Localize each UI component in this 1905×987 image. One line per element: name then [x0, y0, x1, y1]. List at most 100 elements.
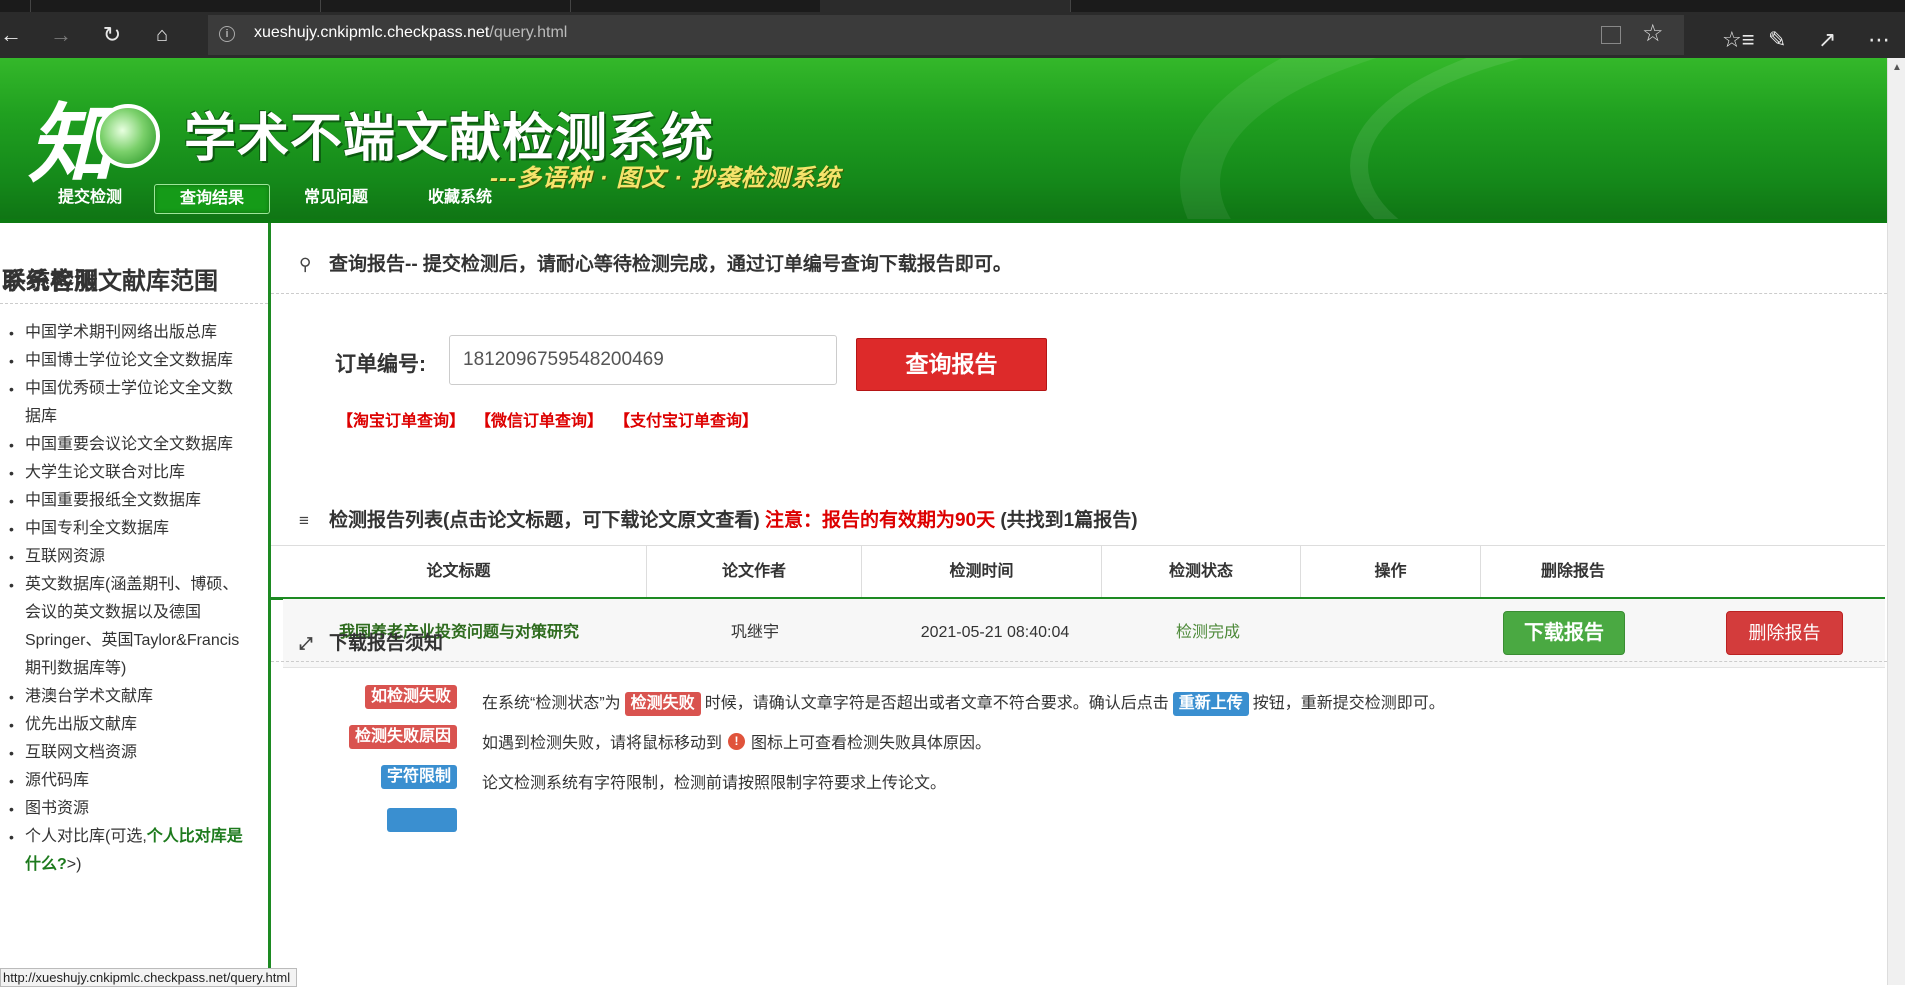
list-item: 中国重要会议论文全文数据库: [0, 431, 262, 459]
notice-row-partial: [271, 805, 1887, 835]
list-item-text: 期刊数据库等): [25, 660, 127, 677]
browser-tab-active[interactable]: [820, 0, 1071, 12]
notice-text-part: 时候，请确认文章字符是否超出或者文章不符合要求。确认后点击: [704, 695, 1169, 712]
browser-tab-strip: [0, 0, 1905, 12]
reupload-badge: 重新上传: [1172, 692, 1249, 716]
url-path: /query.html: [489, 24, 568, 41]
list-item: 中国专利全文数据库: [0, 515, 262, 543]
notice-text-part: 在系统“检测状态”为: [482, 695, 621, 712]
personal-library-suffix: >): [66, 856, 82, 873]
delete-report-button[interactable]: 删除报告: [1726, 611, 1843, 655]
list-item-text: 中国优秀硕士学位论文全文数: [25, 380, 234, 397]
forward-arrow-icon[interactable]: →: [46, 20, 76, 50]
order-number-input[interactable]: [449, 335, 837, 385]
list-item: 中国博士学位论文全文数据库: [0, 347, 262, 375]
notice-label-char-limit: 字符限制: [380, 765, 457, 789]
notice-heading: ⤢ 下载报告须知: [299, 628, 443, 655]
header-decoration: [1350, 58, 1887, 220]
sidebar: 系统检测文献库范围 中国学术期刊网络出版总库 中国博士学位论文全文数据库 中国优…: [0, 223, 271, 985]
notice-text-part: 按钮，重新提交检测即可。: [1252, 695, 1445, 712]
list-item: 互联网资源: [0, 543, 262, 571]
notice-text: 论文检测系统有字符限制，检测前请按照限制字符要求上传论文。: [482, 775, 947, 792]
notice-text-part: 图标上可查看检测失败具体原因。: [751, 735, 992, 752]
browser-tab[interactable]: [0, 0, 31, 12]
list-item-text: 据库: [25, 408, 58, 425]
divider: [0, 303, 268, 304]
nav-bookmark[interactable]: 收藏系统: [420, 184, 500, 212]
divider: [271, 293, 1887, 294]
list-item: 中国优秀硕士学位论文全文数据库: [0, 375, 262, 431]
download-report-button[interactable]: 下载报告: [1503, 611, 1625, 655]
column-header-status: 检测状态: [1102, 546, 1301, 597]
notice-row: 字符限制 论文检测系统有字符限制，检测前请按照限制字符要求上传论文。: [271, 762, 1887, 792]
reading-view-icon[interactable]: [1601, 26, 1621, 44]
globe-icon: [96, 104, 160, 168]
site-info-icon[interactable]: i: [219, 26, 235, 42]
nav-submit[interactable]: 提交检测: [50, 184, 130, 212]
expand-icon: ⤢: [299, 634, 313, 653]
personal-library-text: 个人对比库(可选,: [25, 828, 147, 845]
pen-notes-icon[interactable]: ✎: [1768, 27, 1786, 53]
report-count: (共找到1篇报告): [1000, 510, 1138, 531]
wechat-order-link[interactable]: 【微信订单查询】: [475, 407, 603, 431]
table-row: 我国养老产业投资问题与对策研究 巩继宇 2021-05-21 08:40:04 …: [283, 599, 1885, 668]
notice-label-partial: [387, 808, 457, 832]
personal-library-link-2[interactable]: 什么?: [25, 856, 67, 873]
personal-library-link[interactable]: 个人比对库是: [147, 828, 243, 845]
list-item: 优先出版文献库: [0, 711, 262, 739]
list-item: 中国学术期刊网络出版总库: [0, 319, 262, 347]
list-icon: ≡: [299, 511, 309, 530]
list-item-text: 会议的英文数据以及德国: [25, 604, 202, 621]
contact-heading: 联系客服: [2, 268, 98, 295]
favorite-star-icon[interactable]: ☆: [1642, 19, 1664, 48]
failed-status-badge: 检测失败: [624, 692, 701, 716]
address-bar[interactable]: i xueshujy.cnkipmlc.checkpass.net/query.…: [208, 15, 1684, 55]
home-icon[interactable]: ⌂: [147, 20, 177, 50]
notice-label-failed: 如检测失败: [364, 685, 457, 709]
browser-tab[interactable]: [30, 0, 321, 12]
list-item: 源代码库: [0, 767, 262, 795]
more-menu-icon[interactable]: ⋯: [1868, 27, 1890, 53]
divider: [271, 661, 1887, 662]
site-subtitle: ---多语种 · 图文 · 抄袭检测系统: [490, 165, 841, 192]
site-header: 知 学术不端文献检测系统 ---多语种 · 图文 · 抄袭检测系统 提交检测 查…: [0, 58, 1887, 220]
column-header-delete: 删除报告: [1540, 563, 1605, 580]
query-section-heading: ⚲ 查询报告-- 提交检测后，请耐心等待检测完成，通过订单编号查询下载报告即可。: [299, 249, 1012, 276]
nav-faq[interactable]: 常见问题: [296, 184, 376, 212]
taobao-order-link[interactable]: 【淘宝订单查询】: [337, 407, 465, 431]
notice-row: 检测失败原因 如遇到检测失败，请将鼠标移动到! 图标上可查看检测失败具体原因。: [271, 722, 1887, 752]
list-item: 互联网文档资源: [0, 739, 262, 767]
list-item: 中国重要报纸全文数据库: [0, 487, 262, 515]
notice-text-part: 如遇到检测失败，请将鼠标移动到: [482, 735, 723, 752]
list-item-personal-library: 个人对比库(可选,个人比对库是什么?>): [0, 823, 262, 879]
paper-author: 巩继宇: [730, 624, 779, 641]
site-logo[interactable]: 知: [28, 80, 160, 195]
alipay-order-link[interactable]: 【支付宝订单查询】: [614, 407, 758, 431]
table-header: 论文标题 论文作者 检测时间 检测状态 操作 删除报告: [271, 545, 1885, 600]
query-heading-text: 查询报告-- 提交检测后，请耐心等待检测完成，通过订单编号查询下载报告即可。: [329, 254, 1012, 275]
url-text[interactable]: xueshujy.cnkipmlc.checkpass.net/query.ht…: [254, 24, 567, 42]
search-icon: ⚲: [299, 255, 312, 274]
order-number-label: 订单编号:: [335, 353, 426, 376]
favorites-list-icon[interactable]: ☆≡: [1722, 27, 1755, 53]
back-arrow-icon[interactable]: ←: [0, 20, 26, 50]
url-host: xueshujy.cnkipmlc.checkpass.net: [254, 24, 490, 41]
list-item: 英文数据库(涵盖期刊、博硕、会议的英文数据以及德国 Springer、英国Tayl…: [0, 571, 262, 683]
validity-warning: 注意：报告的有效期为90天: [764, 510, 996, 531]
scroll-up-arrow-icon[interactable]: ▲: [1892, 62, 1902, 73]
query-report-button[interactable]: 查询报告: [856, 338, 1047, 391]
browser-tab[interactable]: [320, 0, 571, 12]
browser-toolbar: ← → ↻ ⌂ i xueshujy.cnkipmlc.checkpass.ne…: [0, 12, 1905, 58]
share-icon[interactable]: ↗: [1818, 27, 1836, 53]
refresh-icon[interactable]: ↻: [97, 20, 127, 50]
notice-row: 如检测失败 在系统“检测状态”为 检测失败 时候，请确认文章字符是否超出或者文章不符…: [271, 682, 1887, 716]
report-list-heading: ≡ 检测报告列表(点击论文标题，可下载论文原文查看) 注意：报告的有效期为90天 …: [299, 505, 1138, 532]
notice-text: 如遇到检测失败，请将鼠标移动到! 图标上可查看检测失败具体原因。: [482, 729, 991, 753]
database-list: 中国学术期刊网络出版总库 中国博士学位论文全文数据库 中国优秀硕士学位论文全文数…: [0, 319, 262, 879]
check-status: 检测完成: [1175, 624, 1240, 641]
report-list-heading-text: 检测报告列表(点击论文标题，可下载论文原文查看): [329, 510, 760, 531]
nav-query-results[interactable]: 查询结果: [154, 184, 270, 214]
column-header-title: 论文标题: [271, 546, 647, 597]
notice-text: 在系统“检测状态”为 检测失败 时候，请确认文章字符是否超出或者文章不符合要求。确认…: [482, 689, 1445, 716]
vertical-scrollbar[interactable]: ▲: [1887, 58, 1905, 985]
